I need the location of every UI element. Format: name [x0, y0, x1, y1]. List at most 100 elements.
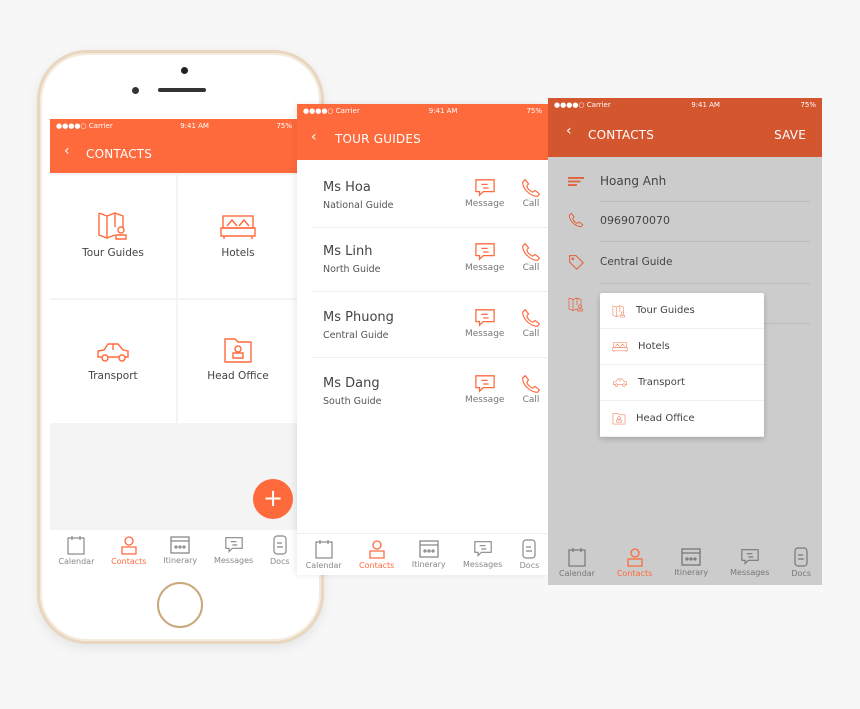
dropdown-option[interactable]: Head Office: [600, 401, 764, 437]
guide-role: South Guide: [323, 396, 382, 407]
option-label: Tour Guides: [636, 305, 695, 316]
guide-row[interactable]: Ms Linh North Guide Message Call: [311, 228, 548, 292]
guide-row[interactable]: Ms Dang South Guide Message Call: [311, 360, 548, 424]
back-button[interactable]: ‹: [311, 129, 317, 145]
phone-icon: [568, 212, 584, 228]
carrier: ●●●●○ Carrier: [554, 101, 611, 109]
tab-label: Messages: [730, 568, 770, 577]
option-label: Head Office: [636, 413, 695, 424]
header: ●●●●○ Carrier 9:41 AM 75% ‹ CONTACTS SAVE: [548, 98, 822, 157]
message-button[interactable]: Message: [465, 308, 504, 339]
tab-bar: Calendar Contacts Itinerary Messages Docs: [50, 530, 298, 570]
guide-name: Ms Hoa: [323, 180, 371, 195]
document-icon: [522, 539, 536, 559]
tab-messages[interactable]: Messages: [214, 536, 253, 565]
tab-itinerary[interactable]: Itinerary: [163, 536, 197, 565]
phone-field[interactable]: 0969070070: [548, 202, 822, 242]
battery: 75%: [526, 107, 542, 115]
call-label: Call: [522, 263, 540, 273]
category-head-office[interactable]: Head Office: [178, 300, 298, 423]
save-button[interactable]: SAVE: [774, 128, 806, 142]
name-field[interactable]: Hoang Anh: [548, 162, 822, 202]
tab-contacts[interactable]: Contacts: [617, 547, 652, 578]
dropdown-option[interactable]: Transport: [600, 365, 764, 401]
message-button[interactable]: Message: [465, 242, 504, 273]
map-person-icon: [568, 296, 584, 312]
header: ●●●●○ Carrier 9:41 AM 75% ‹ CONTACTS: [50, 119, 298, 173]
tab-calendar[interactable]: Calendar: [559, 547, 595, 578]
calendar-icon: [315, 539, 333, 559]
tab-calendar[interactable]: Calendar: [58, 535, 94, 566]
call-button[interactable]: Call: [521, 374, 541, 405]
carrier: ●●●●○ Carrier: [56, 122, 113, 130]
category-label: Tour Guides: [82, 247, 144, 259]
call-button[interactable]: Call: [521, 242, 541, 273]
person-icon: [368, 539, 386, 559]
tab-contacts[interactable]: Contacts: [359, 539, 394, 570]
back-button[interactable]: ‹: [566, 123, 572, 139]
tab-docs[interactable]: Docs: [270, 535, 290, 566]
header: ●●●●○ Carrier 9:41 AM 75% ‹ TOUR GUIDES: [297, 104, 548, 160]
message-button[interactable]: Message: [465, 178, 504, 209]
tab-docs[interactable]: Docs: [791, 547, 811, 578]
tab-docs[interactable]: Docs: [519, 539, 540, 570]
tab-calendar[interactable]: Calendar: [306, 539, 342, 570]
sensor: [132, 87, 139, 94]
document-icon: [273, 535, 287, 555]
dropdown-option[interactable]: Tour Guides: [600, 293, 764, 329]
message-button[interactable]: Message: [465, 374, 504, 405]
time: 9:41 AM: [691, 101, 720, 109]
category-dropdown: Tour Guides Hotels Transport Head Office: [600, 293, 764, 437]
tab-messages[interactable]: Messages: [463, 540, 502, 569]
tab-label: Calendar: [305, 561, 342, 570]
time: 9:41 AM: [428, 107, 458, 115]
phone-value: 0969070070: [600, 214, 670, 227]
tab-label: Itinerary: [163, 555, 198, 565]
car-icon: [612, 377, 628, 388]
tab-itinerary[interactable]: Itinerary: [674, 548, 708, 577]
category-hotels[interactable]: Hotels: [178, 175, 298, 298]
message-icon: [474, 178, 496, 198]
screen-contacts-categories: ●●●●○ Carrier 9:41 AM 75% ‹ CONTACTS Tour …: [50, 119, 298, 570]
tab-label: Contacts: [359, 561, 395, 570]
back-button[interactable]: ‹: [64, 143, 70, 159]
document-icon: [794, 547, 808, 567]
call-button[interactable]: Call: [521, 178, 541, 209]
tab-label: Messages: [463, 560, 503, 569]
phone-icon: [521, 308, 541, 328]
option-label: Transport: [638, 377, 685, 388]
message-icon: [740, 548, 760, 566]
guide-name: Ms Dang: [323, 376, 380, 391]
tab-itinerary[interactable]: Itinerary: [412, 540, 446, 569]
folder-lock-icon: [612, 412, 626, 425]
category-transport[interactable]: Transport: [50, 300, 176, 423]
dropdown-option[interactable]: Hotels: [600, 329, 764, 365]
tag-icon: [568, 254, 584, 270]
person-icon: [626, 547, 644, 567]
call-button[interactable]: Call: [521, 308, 541, 339]
text-lines-icon: [568, 176, 584, 187]
screen-tour-guides: ●●●●○ Carrier 9:41 AM 75% ‹ TOUR GUIDES Ms…: [297, 104, 548, 575]
guide-row[interactable]: Ms Hoa National Guide Message Call: [311, 164, 548, 228]
category-label: Hotels: [221, 247, 255, 259]
folder-lock-icon: [223, 336, 253, 364]
message-label: Message: [465, 329, 505, 339]
tab-label: Messages: [213, 555, 254, 565]
tab-label: Itinerary: [411, 560, 446, 569]
calendar-icon: [568, 547, 586, 567]
guide-role: National Guide: [323, 200, 394, 211]
page-title: TOUR GUIDES: [335, 132, 421, 146]
add-button[interactable]: +: [253, 479, 293, 519]
category-tour-guides[interactable]: Tour Guides: [50, 175, 176, 298]
tab-label: Calendar: [58, 556, 95, 566]
tab-contacts[interactable]: Contacts: [111, 535, 146, 566]
role-field[interactable]: Central Guide: [548, 242, 822, 284]
tab-messages[interactable]: Messages: [730, 548, 769, 577]
guide-row[interactable]: Ms Phuong Central Guide Message Call: [311, 294, 548, 358]
home-button[interactable]: [157, 582, 203, 628]
person-icon: [120, 535, 138, 555]
category-label: Head Office: [207, 370, 269, 382]
call-label: Call: [522, 329, 540, 339]
tab-label: Docs: [519, 561, 540, 570]
guide-name: Ms Phuong: [323, 310, 394, 325]
